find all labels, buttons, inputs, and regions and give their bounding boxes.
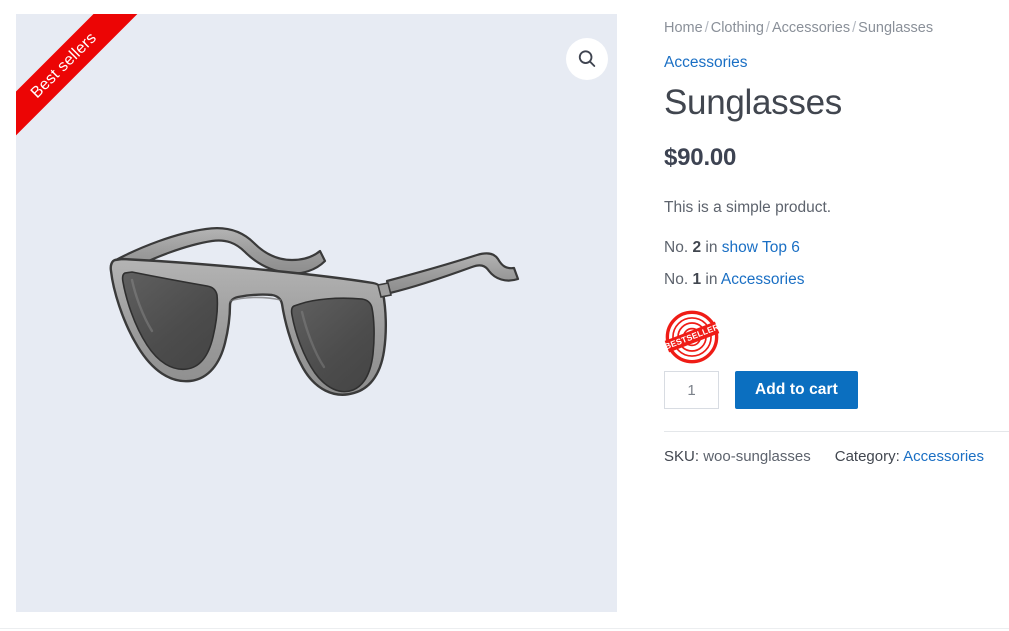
- bestseller-stamp-icon: BESTSELLER: [664, 310, 720, 364]
- sku-label: SKU:: [664, 448, 700, 465]
- bestseller-badge: BESTSELLER: [664, 309, 1009, 365]
- breadcrumb-separator: /: [852, 20, 857, 36]
- sku-row: SKU: woo-sunglasses: [664, 446, 811, 469]
- product-summary: Home / Clothing / Accessories / Sunglasses Acc…: [664, 18, 1009, 469]
- add-to-cart-form: Add to cart: [664, 371, 1009, 431]
- breadcrumb-separator: /: [704, 20, 709, 36]
- ranking-list-link-top6[interactable]: show Top 6: [722, 239, 800, 256]
- product-meta: SKU: woo-sunglasses Category: Accessorie…: [664, 446, 1009, 469]
- ranking-number: 2: [692, 238, 702, 256]
- breadcrumb: Home / Clothing / Accessories / Sunglasses: [664, 18, 1009, 40]
- ranking-middle: in: [705, 238, 718, 256]
- sku-value: woo-sunglasses: [703, 448, 811, 465]
- search-icon: [578, 50, 596, 67]
- add-to-cart-button[interactable]: Add to cart: [735, 371, 858, 409]
- magnifier-icon[interactable]: [566, 38, 608, 80]
- product-image[interactable]: [16, 14, 617, 612]
- ranking-prefix: No.: [664, 238, 689, 256]
- category-label: Category:: [834, 448, 900, 465]
- product-short-description: This is a simple product.: [664, 199, 832, 217]
- page-bottom-rule: [0, 628, 1009, 629]
- breadcrumb-item-clothing[interactable]: Clothing: [711, 20, 764, 36]
- breadcrumb-item-accessories[interactable]: Accessories: [772, 20, 850, 36]
- ranking-list-link-accessories[interactable]: Accessories: [721, 271, 805, 288]
- product-price: $90.00: [664, 144, 737, 172]
- breadcrumb-item-current: Sunglasses: [858, 20, 934, 36]
- ranking-number: 1: [692, 270, 702, 288]
- ranking-middle: in: [705, 270, 718, 288]
- product-category-link[interactable]: Accessories: [664, 54, 1009, 72]
- product-page: Best sellers Home / Clothing / Accessories / S…: [0, 0, 1009, 631]
- page-title: Sunglasses: [664, 82, 842, 122]
- quantity-input[interactable]: [664, 371, 719, 409]
- breadcrumb-separator: /: [765, 20, 770, 36]
- category-value-link[interactable]: Accessories: [903, 448, 984, 465]
- ranking-row-1: No. 2 in show Top 6: [664, 236, 1009, 259]
- product-gallery: Best sellers: [16, 14, 617, 612]
- category-row: Category: Accessories: [835, 446, 984, 469]
- sunglasses-illustration: [109, 227, 519, 396]
- ranking-row-2: No. 1 in Accessories: [664, 268, 1009, 291]
- breadcrumb-item-home[interactable]: Home: [664, 20, 703, 36]
- ranking-prefix: No.: [664, 270, 689, 288]
- meta-divider: [664, 431, 1009, 432]
